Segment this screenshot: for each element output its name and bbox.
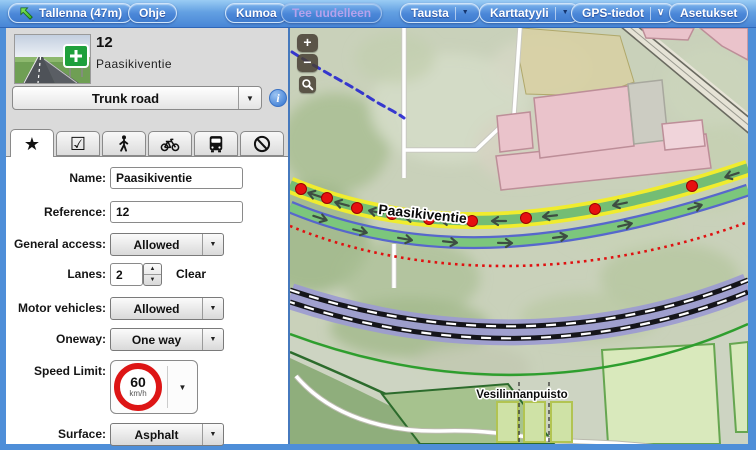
magnifier-icon <box>301 78 314 91</box>
tab-favorites[interactable]: ★ <box>10 129 54 157</box>
undo-button-label: Kumoa <box>236 4 277 22</box>
general-access-value: Allowed <box>111 238 202 252</box>
motor-vehicles-dropdown[interactable]: Allowed ▼ <box>110 297 224 320</box>
settings-button[interactable]: Asetukset <box>669 3 748 23</box>
chevron-down-icon[interactable]: ▼ <box>562 4 569 22</box>
general-access-dropdown[interactable]: Allowed ▼ <box>110 233 224 256</box>
park-name-label: Vesilinnanpuisto <box>476 389 567 401</box>
speed-limit-label: Speed Limit: <box>6 364 106 378</box>
way-node <box>296 184 307 195</box>
chevron-down-icon[interactable]: ▼ <box>202 234 223 255</box>
help-button[interactable]: Ohje <box>128 3 177 23</box>
reference-input[interactable] <box>110 201 243 223</box>
settings-button-label: Asetukset <box>680 4 737 22</box>
tab-bus[interactable] <box>194 131 238 156</box>
pedestrian-icon <box>114 134 134 154</box>
speed-limit-unit: km/h <box>129 389 146 398</box>
map-canvas[interactable]: Paasikiventie Vesilinnanpuisto + − <box>290 28 748 444</box>
chevron-down-icon[interactable]: ▼ <box>202 424 223 445</box>
divider <box>555 7 556 20</box>
oneway-value: One way <box>111 333 202 347</box>
way-node <box>322 193 333 204</box>
park-field <box>602 344 720 444</box>
lanes-label: Lanes: <box>6 267 106 281</box>
chevron-down-icon[interactable]: ▼ <box>238 87 261 109</box>
background-menu-button[interactable]: Tausta ▼ <box>400 3 480 23</box>
tab-bicycle[interactable] <box>148 131 192 156</box>
divider <box>650 7 651 20</box>
background-menu-label: Tausta <box>411 4 449 22</box>
way-ref-title: 12 <box>96 34 113 51</box>
chevron-down-icon[interactable]: ▼ <box>168 383 197 392</box>
inspector-tabs: ★ ☑ <box>10 129 284 157</box>
map-style-menu-label: Karttatyyli <box>490 4 549 22</box>
chevron-down-icon[interactable]: ▼ <box>462 4 469 22</box>
gps-menu-button[interactable]: GPS-tiedot ∨ <box>571 3 675 23</box>
speed-limit-dropdown[interactable]: 60 km/h ▼ <box>110 360 198 414</box>
gps-menu-label: GPS-tiedot <box>582 4 644 22</box>
way-node <box>687 181 698 192</box>
zoom-in-button[interactable]: + <box>297 34 318 52</box>
lanes-clear-button[interactable]: Clear <box>176 267 206 281</box>
map-style-menu-button[interactable]: Karttatyyli ▼ <box>479 3 580 23</box>
star-icon: ★ <box>24 135 40 153</box>
name-input[interactable] <box>110 167 243 189</box>
undo-button[interactable]: Kumoa <box>225 3 288 23</box>
save-arrow-icon <box>19 6 34 21</box>
toolbar: Tallenna (47m) Ohje Kumoa Tee uudelleen … <box>0 0 756 28</box>
reference-field-label: Reference: <box>6 205 106 219</box>
road-type-value: Trunk road <box>13 91 238 106</box>
help-button-label: Ohje <box>139 4 166 22</box>
way-node <box>521 213 532 224</box>
lanes-stepper[interactable]: ▲ ▼ <box>143 263 162 286</box>
motor-vehicles-value: Allowed <box>111 302 202 316</box>
way-node <box>590 204 601 215</box>
save-button[interactable]: Tallenna (47m) <box>8 3 133 23</box>
speed-limit-value: 60 <box>130 376 146 389</box>
stepper-down-icon[interactable]: ▼ <box>144 275 161 285</box>
way-name-subtitle: Paasikiventie <box>96 57 172 71</box>
redo-button[interactable]: Tee uudelleen <box>281 3 382 23</box>
speed-limit-sign: 60 km/h <box>114 363 162 411</box>
zoom-out-button[interactable]: − <box>297 54 318 72</box>
surface-dropdown[interactable]: Asphalt ▼ <box>110 423 224 446</box>
stepper-up-icon[interactable]: ▲ <box>144 264 161 275</box>
landuse-lot <box>518 28 634 96</box>
motorway-icon <box>15 35 90 83</box>
oneway-label: Oneway: <box>6 332 106 346</box>
way-node <box>467 216 478 227</box>
lanes-input[interactable] <box>110 263 143 286</box>
divider <box>455 7 456 20</box>
way-node <box>352 203 363 214</box>
chevron-down-icon[interactable]: ▼ <box>202 329 223 350</box>
save-button-label: Tallenna (47m) <box>39 4 122 22</box>
bicycle-icon <box>159 134 181 154</box>
general-access-label: General access: <box>6 237 106 251</box>
no-entry-icon <box>252 134 272 154</box>
tab-restrictions[interactable] <box>240 131 284 156</box>
checkbox-icon: ☑ <box>70 135 86 153</box>
inspector-panel: 12 Paasikiventie Trunk road ▼ i ★ ☑ <box>6 28 290 444</box>
tab-checks[interactable]: ☑ <box>56 131 100 156</box>
motor-vehicles-label: Motor vehicles: <box>6 301 106 315</box>
road-type-thumbnail <box>14 34 91 84</box>
surface-label: Surface: <box>6 427 106 441</box>
info-icon[interactable]: i <box>269 89 287 107</box>
court <box>497 402 518 442</box>
chevron-down-icon[interactable]: ∨ <box>657 4 664 22</box>
name-field-label: Name: <box>6 171 106 185</box>
chevron-down-icon[interactable]: ▼ <box>202 298 223 319</box>
court <box>524 402 545 442</box>
oneway-dropdown[interactable]: One way ▼ <box>110 328 224 351</box>
road-type-select[interactable]: Trunk road ▼ <box>12 86 262 110</box>
surface-value: Asphalt <box>111 428 202 442</box>
court <box>551 402 572 442</box>
redo-button-label: Tee uudelleen <box>292 4 371 22</box>
bus-icon <box>206 134 226 154</box>
tab-pedestrian[interactable] <box>102 131 146 156</box>
zoom-search-button[interactable] <box>299 76 316 93</box>
